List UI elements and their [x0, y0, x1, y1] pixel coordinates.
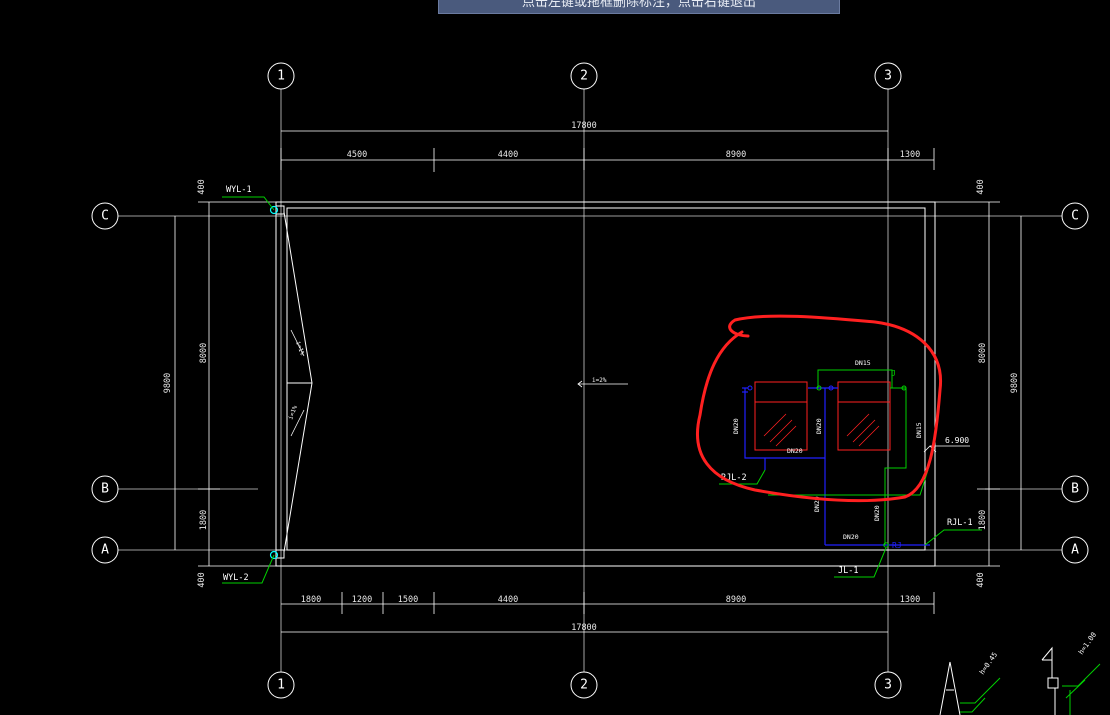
svg-text:WYL-1: WYL-1 — [226, 185, 252, 195]
dim-left-2: 8000 — [199, 343, 209, 363]
svg-text:3: 3 — [884, 678, 892, 693]
pipe-label-dn20-b: DN20 — [815, 418, 823, 434]
left-dimension-lines — [174, 201, 282, 567]
svg-text:1: 1 — [277, 678, 285, 693]
dim-top-1: 4500 — [347, 150, 367, 160]
elevation-mark: 6.900 — [923, 436, 970, 453]
pipe-label-dn20-e: DN20 — [843, 533, 859, 541]
riser-tag-rjl-1[interactable]: RJL-1 — [924, 518, 982, 546]
corner-posts — [275, 205, 285, 559]
axis-bubble-b-right: B — [1061, 475, 1089, 503]
dim-left-1: 400 — [197, 179, 207, 194]
pipe-label-dn20-f: DN20 — [873, 505, 881, 521]
svg-text:RJL-1: RJL-1 — [947, 518, 973, 528]
axis-bubble-b-left: B — [91, 475, 119, 503]
svg-text:A: A — [101, 543, 109, 558]
riser-tag-jl-1[interactable]: JL-1 — [834, 547, 887, 578]
svg-text:B: B — [1071, 482, 1079, 497]
riser-tag-rjl-2[interactable]: RJL-2 — [719, 469, 766, 485]
axis-grid-lines — [118, 89, 1062, 672]
dim-top-2: 4400 — [498, 150, 518, 160]
top-dimension-lines — [280, 130, 935, 172]
axis-bubble-a-right: A — [1061, 536, 1089, 564]
pipe-label-j: J — [891, 369, 896, 378]
dim-top-3: 8900 — [726, 150, 746, 160]
dim-bottom-2: 1200 — [352, 595, 372, 605]
section-symbol-h045: h=0.45 — [939, 651, 1001, 715]
dim-bottom-total: 17800 — [571, 623, 597, 633]
dim-right-4: 400 — [976, 572, 986, 587]
dim-bottom-3: 1500 — [398, 595, 418, 605]
dim-left-3: 1800 — [199, 510, 209, 530]
bottom-dimension-lines — [281, 592, 935, 633]
svg-text:3: 3 — [884, 69, 892, 84]
pipe-label-dn20-a: DN20 — [732, 418, 740, 434]
svg-text:B: B — [101, 482, 109, 497]
dim-top-total: 17800 — [571, 121, 597, 131]
svg-text:i=2%: i=2% — [592, 377, 607, 384]
roof-slope-mark-gutter-2: i=1% — [287, 404, 305, 437]
pipe-label-dn15-a: DN15 — [855, 359, 871, 367]
water-tank-1[interactable] — [754, 381, 808, 451]
axis-bubble-2-bottom: 2 — [570, 671, 598, 699]
pipe-fittings — [747, 385, 907, 548]
water-tank-2[interactable] — [837, 381, 891, 451]
axis-bubble-1-top: 1 — [267, 62, 295, 90]
cad-drawing-canvas[interactable]: 17800 4500 4400 8900 1300 1800 1200 1500… — [0, 0, 1110, 715]
axis-bubble-1-bottom: 1 — [267, 671, 295, 699]
svg-text:JL-1: JL-1 — [838, 566, 858, 576]
dim-top-4: 1300 — [900, 150, 920, 160]
axis-bubble-3-bottom: 3 — [874, 671, 902, 699]
downpipe-wyl-2[interactable]: WYL-2 — [222, 550, 279, 584]
axis-bubble-3-top: 3 — [874, 62, 902, 90]
downpipe-wyl-1[interactable]: WYL-1 — [222, 185, 279, 215]
dim-bottom-4: 4400 — [498, 595, 518, 605]
pipe-label-rj: RJ — [892, 541, 902, 550]
svg-text:2: 2 — [580, 678, 588, 693]
dim-left-4: 400 — [197, 572, 207, 587]
dim-left-total: 9800 — [163, 373, 173, 393]
dim-bottom-5: 8900 — [726, 595, 746, 605]
dim-bottom-1: 1800 — [301, 595, 321, 605]
svg-text:2: 2 — [580, 69, 588, 84]
blue-hot-water-pipes — [742, 387, 930, 546]
dim-right-total: 9800 — [1010, 373, 1020, 393]
pipe-label-dn15-b: DN15 — [915, 422, 923, 438]
svg-text:i=1%: i=1% — [294, 340, 306, 356]
svg-text:h=1.00: h=1.00 — [1077, 631, 1098, 656]
axis-bubble-c-right: C — [1061, 202, 1089, 230]
roof-slope-mark-main: i=2% — [577, 377, 628, 388]
svg-text:A: A — [1071, 543, 1079, 558]
pipe-label-dn20-c: DN20 — [787, 447, 803, 455]
svg-text:1: 1 — [277, 69, 285, 84]
dim-bottom-6: 1300 — [900, 595, 920, 605]
svg-text:WYL-2: WYL-2 — [223, 573, 249, 583]
section-symbol-h100: h=1.00 — [1041, 631, 1101, 715]
axis-bubble-a-left: A — [91, 536, 119, 564]
svg-text:C: C — [1071, 209, 1079, 224]
svg-text:C: C — [101, 209, 109, 224]
svg-text:i=1%: i=1% — [287, 404, 299, 420]
axis-bubble-c-left: C — [91, 202, 119, 230]
dim-right-1: 400 — [976, 179, 986, 194]
dim-right-3: 1800 — [978, 510, 988, 530]
dim-right-2: 8000 — [978, 343, 988, 363]
axis-bubble-2-top: 2 — [570, 62, 598, 90]
svg-text:h=0.45: h=0.45 — [978, 651, 999, 676]
svg-text:6.900: 6.900 — [945, 436, 969, 445]
